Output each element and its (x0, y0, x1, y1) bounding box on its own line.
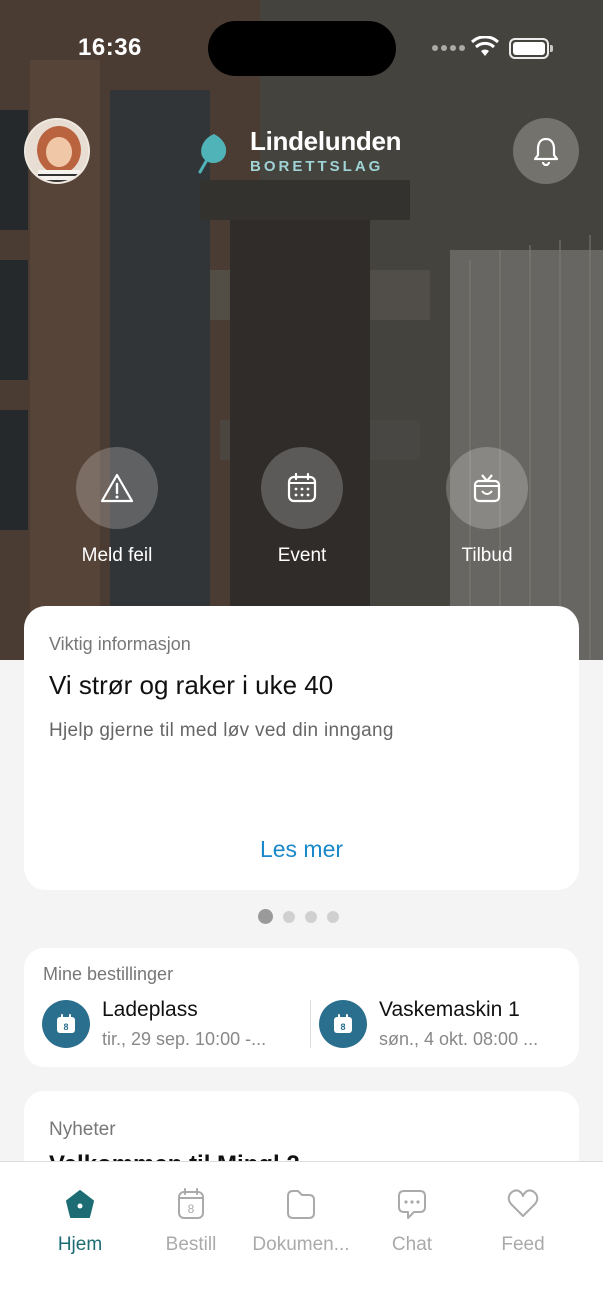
report-button[interactable] (76, 447, 158, 529)
tab-label: Dokumen... (252, 1234, 350, 1255)
carousel-dot[interactable] (258, 909, 273, 924)
info-card[interactable]: Viktig informasjon Vi strør og raker i u… (24, 606, 579, 890)
tab-label: Feed (501, 1234, 545, 1255)
home-icon (66, 1190, 94, 1218)
news-title: Nyheter (49, 1119, 116, 1140)
booking-calendar-icon: 8 (319, 1000, 367, 1048)
folder-icon (287, 1190, 315, 1219)
notifications-button[interactable] (513, 118, 579, 184)
leaf-logo-icon (198, 134, 227, 174)
tab-label: Chat (391, 1234, 433, 1255)
gift-icon (473, 474, 501, 503)
carousel-dot[interactable] (327, 910, 339, 923)
tab-chat[interactable]: Chat (356, 1186, 468, 1256)
calendar-icon (287, 472, 317, 503)
tab-icon-day: 8 (188, 1202, 195, 1216)
carousel-pagination (258, 909, 339, 924)
battery-icon (509, 38, 553, 59)
heart-icon (507, 1189, 539, 1217)
tab-label: Bestill (165, 1234, 217, 1255)
brand-subtitle: BORETTSLAG (250, 158, 384, 175)
signal-icon (432, 45, 465, 51)
tab-bar: Hjem 8 Bestill Dokumen... Chat Feed (0, 1161, 603, 1311)
quick-action-label: Tilbud (461, 545, 513, 566)
calendar-icon: 8 (178, 1188, 204, 1219)
chat-icon (398, 1190, 426, 1219)
info-eyebrow: Viktig informasjon (49, 634, 191, 654)
carousel-dot[interactable] (283, 910, 295, 923)
tab-feed[interactable]: Feed (467, 1186, 579, 1256)
read-more-link[interactable]: Les mer (24, 836, 579, 863)
tab-label: Hjem (57, 1234, 103, 1255)
bell-icon (533, 137, 559, 166)
tab-documents[interactable]: Dokumen... (245, 1186, 357, 1256)
calendar-icon: 8 (334, 1014, 352, 1033)
booking-item[interactable]: 8 Ladeplass tir., 29 sep. 10:00 -... (42, 998, 304, 1052)
booking-divider (310, 1000, 311, 1048)
bookings-card: Mine bestillinger 8 Ladeplass tir., 29 s… (24, 948, 579, 1067)
quick-action-label: Meld feil (81, 545, 153, 566)
avatar[interactable] (24, 118, 90, 184)
calendar-icon: 8 (57, 1014, 75, 1033)
status-time: 16:36 (78, 34, 142, 61)
brand-name: Lindelunden (250, 126, 402, 156)
quick-action-offers[interactable]: Tilbud (417, 447, 557, 567)
booking-name: Ladeplass (102, 998, 198, 1021)
booking-time: tir., 29 sep. 10:00 -... (102, 1029, 267, 1049)
booking-icon-day: 8 (340, 1022, 345, 1032)
booking-time: søn., 4 okt. 08:00 ... (379, 1029, 539, 1049)
quick-action-report[interactable]: Meld feil (47, 447, 187, 567)
warning-icon (100, 473, 134, 503)
quick-action-event[interactable]: Event (232, 447, 372, 567)
dynamic-island (208, 21, 396, 76)
bookings-title: Mine bestillinger (43, 964, 174, 984)
info-title: Vi strør og raker i uke 40 (49, 670, 334, 700)
carousel-dot[interactable] (305, 910, 317, 923)
event-button[interactable] (261, 447, 343, 529)
booking-icon-day: 8 (63, 1022, 68, 1032)
tab-home[interactable]: Hjem (24, 1186, 136, 1256)
offers-button[interactable] (446, 447, 528, 529)
booking-item[interactable]: 8 Vaskemaskin 1 søn., 4 okt. 08:00 ... (319, 998, 574, 1052)
booking-calendar-icon: 8 (42, 1000, 90, 1048)
booking-name: Vaskemaskin 1 (379, 998, 520, 1021)
wifi-icon (471, 36, 499, 56)
quick-action-label: Event (277, 545, 327, 566)
info-body: Hjelp gjerne til med løv ved din inngang (49, 720, 394, 741)
tab-booking[interactable]: 8 Bestill (135, 1186, 247, 1256)
